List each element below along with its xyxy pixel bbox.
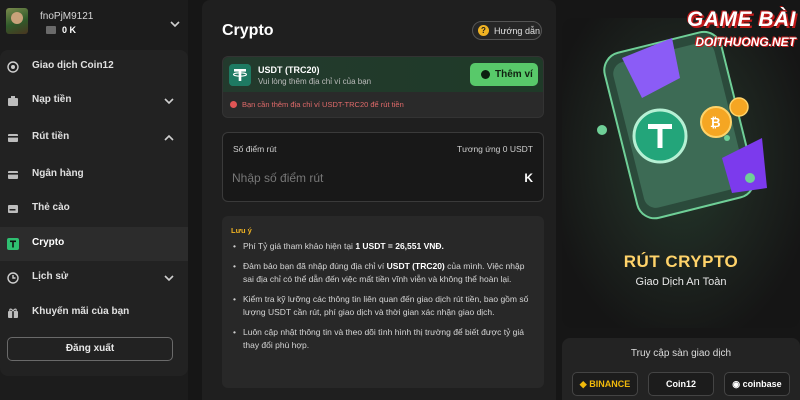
gift-icon <box>8 308 18 318</box>
sidebar-item-label: Rút tiền <box>32 131 70 142</box>
user-panel[interactable]: fnoPjM9121 0 K <box>6 8 186 40</box>
sidebar-item-label: Khuyến mãi của bạn <box>32 306 130 317</box>
binance-icon: ◆ <box>579 379 587 389</box>
sidebar-menu: Giao dịch Coin12 Nạp tiền Rút tiền Ngân … <box>0 50 188 376</box>
coin12-button[interactable]: Coin12 <box>648 372 714 396</box>
tether-icon <box>7 238 19 250</box>
avatar <box>6 8 28 34</box>
sidebar-item-label: Lịch sử <box>32 271 69 282</box>
sidebar-item-card[interactable]: Thẻ cào <box>0 192 188 226</box>
note-item: Kiểm tra kỹ lưỡng các thông tin liên qua… <box>231 293 536 319</box>
sidebar-item-deposit[interactable]: Nạp tiền <box>0 84 188 118</box>
chevron-down-icon <box>164 98 174 105</box>
guide-button[interactable]: ? Hướng dẫn <box>472 21 542 40</box>
chevron-up-icon <box>164 134 174 141</box>
warning-icon <box>230 101 237 108</box>
question-icon: ? <box>478 25 489 36</box>
wallet-icon <box>46 26 56 34</box>
chevron-down-icon[interactable] <box>169 18 181 30</box>
note-text: Đảm bảo bạn đã nhập đúng địa chỉ ví <box>243 261 387 271</box>
page-title: Crypto <box>222 22 274 39</box>
bank-card-icon <box>8 171 18 179</box>
balance: 0 K <box>62 25 77 35</box>
watermark-line2: DOITHUONG.NET <box>695 35 796 49</box>
main-panel: Crypto ? Hướng dẫn USDT (TRC20) Vui lòng… <box>202 0 556 400</box>
deposit-icon <box>8 96 18 106</box>
plus-icon <box>481 70 490 79</box>
history-icon <box>7 272 19 284</box>
guide-label: Hướng dẫn <box>494 26 540 36</box>
watermark-logo: GAME BÀI DOITHUONG.NET <box>672 4 800 56</box>
wallet-card: USDT (TRC20) Vui lòng thêm địa chỉ ví củ… <box>222 56 544 118</box>
sidebar-item-label: Nạp tiền <box>32 94 72 105</box>
amount-card: Số điểm rút Tương ứng 0 USDT K <box>222 132 544 202</box>
coin-icon <box>7 61 19 73</box>
notes-list: Phí Tỷ giá tham khảo hiện tại 1 USDT = 2… <box>231 240 536 359</box>
note-bold: USDT (TRC20) <box>386 261 445 271</box>
usdt-equivalent: Tương ứng 0 USDT <box>456 144 533 154</box>
coinbase-button[interactable]: ◉ coinbase <box>724 372 790 396</box>
watermark-line1: GAME BÀI <box>687 8 796 31</box>
add-wallet-label: Thêm ví <box>495 69 533 80</box>
sidebar-item-label: Crypto <box>32 237 65 248</box>
promo-subtitle: Giao Dịch An Toàn <box>635 276 727 288</box>
sidebar-item-label: Giao dịch Coin12 <box>32 60 114 71</box>
amount-unit: K <box>524 171 533 185</box>
note-item: Luôn cập nhật thông tin và theo dõi tình… <box>231 326 536 352</box>
notes-card: Lưu ý Phí Tỷ giá tham khảo hiện tại 1 US… <box>222 216 544 388</box>
coinbase-icon: ◉ <box>732 379 741 389</box>
amount-label: Số điểm rút <box>233 144 277 154</box>
sidebar-item-history[interactable]: Lịch sử <box>0 261 188 295</box>
promo-title: RÚT CRYPTO <box>623 252 739 271</box>
logout-button[interactable]: Đăng xuất <box>7 337 173 361</box>
binance-label: BINANCE <box>589 379 631 389</box>
sidebar-item-label: Ngân hàng <box>32 168 84 179</box>
note-item: Phí Tỷ giá tham khảo hiện tại 1 USDT = 2… <box>231 240 536 253</box>
withdraw-icon <box>8 134 18 142</box>
chevron-down-icon <box>164 275 174 282</box>
sidebar-item-coin12[interactable]: Giao dịch Coin12 <box>0 50 188 84</box>
sidebar-item-withdraw[interactable]: Rút tiền <box>0 121 188 155</box>
sidebar-item-label: Thẻ cào <box>32 202 70 213</box>
promo-banner: ₿ RÚT CRYPTO Giao Dịch An Toàn <box>562 18 800 328</box>
note-item: Đảm bảo bạn đã nhập đúng địa chỉ ví USDT… <box>231 260 536 286</box>
username: fnoPjM9121 <box>40 11 94 22</box>
binance-button[interactable]: ◆ BINANCE <box>572 372 638 396</box>
wallet-subtitle: Vui lòng thêm địa chỉ ví của bạn <box>258 77 372 86</box>
coinbase-label: coinbase <box>742 379 782 389</box>
exchange-panel: Truy cập sàn giao dịch ◆ BINANCE Coin12 … <box>562 338 800 400</box>
wallet-name: USDT (TRC20) <box>258 65 320 75</box>
exchange-rate: 1 USDT = 26,551 VNĐ. <box>355 241 444 251</box>
add-wallet-button[interactable]: Thêm ví <box>470 63 538 86</box>
amount-input[interactable] <box>232 168 502 188</box>
sidebar-item-crypto[interactable]: Crypto <box>0 227 188 261</box>
sidebar: fnoPjM9121 0 K Giao dịch Coin12 Nạp tiền… <box>0 0 188 400</box>
note-text: Phí Tỷ giá tham khảo hiện tại <box>243 241 356 251</box>
tether-icon <box>229 64 251 86</box>
scratch-card-icon <box>8 205 18 213</box>
wallet-header: USDT (TRC20) Vui lòng thêm địa chỉ ví củ… <box>223 57 543 92</box>
svg-text:₿: ₿ <box>710 115 721 130</box>
exchange-title: Truy cập sàn giao dịch <box>630 348 732 359</box>
sidebar-item-promotions[interactable]: Khuyến mãi của bạn <box>0 296 188 330</box>
notes-title: Lưu ý <box>231 226 252 235</box>
sidebar-item-bank[interactable]: Ngân hàng <box>0 158 188 192</box>
wallet-warning: Bạn cần thêm địa chỉ ví USDT-TRC20 để rú… <box>242 100 404 109</box>
